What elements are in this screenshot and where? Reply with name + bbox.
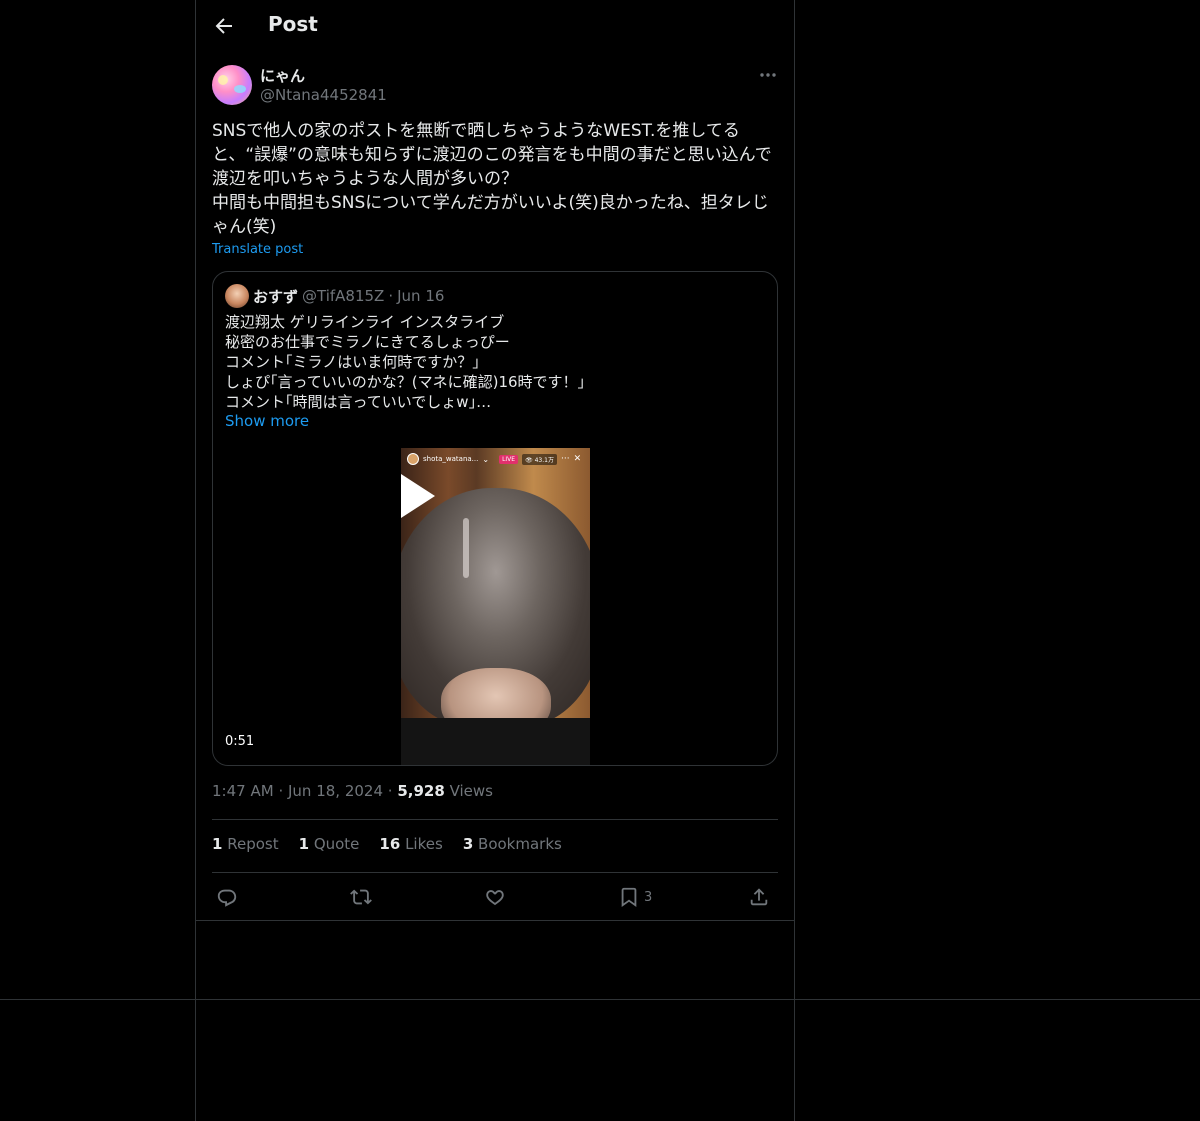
bookmarks-count: 3 <box>462 835 474 853</box>
live-badge: LIVE <box>499 454 519 464</box>
quoted-post-text: 渡辺翔太 ゲリラインライ インスタライブ 秘密のお仕事でミラノにきてるしょっぴー… <box>225 313 586 411</box>
divider <box>212 819 778 820</box>
reply-icon <box>217 889 237 907</box>
bookmark-count: 3 <box>644 889 653 905</box>
reposts-label: Repost <box>227 835 279 853</box>
quoted-post[interactable]: おすず @TifA815Z · Jun 16 渡辺翔太 ゲリラインライ インスタ… <box>212 271 778 766</box>
show-more-link[interactable]: Show more <box>225 412 309 430</box>
quoted-author-handle[interactable]: @TifA815Z <box>302 287 384 305</box>
page-header: Post <box>196 0 794 53</box>
reply-button[interactable] <box>216 883 238 911</box>
like-icon <box>486 890 504 906</box>
views-count: 5,928 <box>397 782 445 800</box>
chevron-down-icon: ⌄ <box>482 454 490 464</box>
bookmarks-stat[interactable]: 3 Bookmarks <box>463 835 562 853</box>
post-time[interactable]: 1:47 AM <box>212 782 274 800</box>
like-button[interactable] <box>484 883 506 911</box>
translate-post-link[interactable]: Translate post <box>212 242 303 257</box>
quoted-post-header: おすず @TifA815Z · Jun 16 <box>225 284 448 308</box>
video-frame-shirt <box>401 718 590 765</box>
video-duration: 0:51 <box>225 734 255 749</box>
repost-icon <box>350 889 372 905</box>
ig-close-icon: ✕ <box>573 454 582 464</box>
divider <box>196 920 794 921</box>
primary-column: Post にゃん @Ntana4452841 SNSで他人の家のポストを無断で晒… <box>195 0 795 1121</box>
separator-dot: · <box>387 782 398 800</box>
quotes-count: 1 <box>298 835 310 853</box>
author-name[interactable]: にゃん <box>260 65 305 86</box>
post-date[interactable]: Jun 18, 2024 <box>288 782 383 800</box>
likes-stat[interactable]: 16 Likes <box>379 835 442 853</box>
views-label: Views <box>449 782 493 800</box>
avatar[interactable] <box>212 65 252 105</box>
action-bar: 3 <box>212 883 778 911</box>
instagram-live-bar: shota_watana... ⌄ LIVE 👁 43.1万 ··· ✕ <box>401 448 590 470</box>
separator-dot: · <box>388 287 394 305</box>
reposts-stat[interactable]: 1 Repost <box>212 835 279 853</box>
video-player[interactable]: shota_watana... ⌄ LIVE 👁 43.1万 ··· ✕ <box>401 448 590 765</box>
page-title: Post <box>268 12 318 36</box>
share-icon <box>750 888 768 906</box>
repost-button[interactable] <box>350 883 372 911</box>
bookmark-button[interactable]: 3 <box>618 883 652 911</box>
post-author: にゃん @Ntana4452841 <box>212 65 778 107</box>
bookmark-icon <box>621 887 637 907</box>
back-arrow-icon[interactable] <box>212 14 236 38</box>
quotes-stat[interactable]: 1 Quote <box>299 835 360 853</box>
separator-dot: · <box>278 782 288 800</box>
post-metadata: 1:47 AM · Jun 18, 2024 · 5,928 Views <box>212 782 493 800</box>
play-icon[interactable] <box>401 474 435 518</box>
more-options-icon[interactable] <box>758 65 778 85</box>
viewer-count: 👁 43.1万 <box>522 453 557 465</box>
quoted-avatar[interactable] <box>225 284 249 308</box>
quoted-post-date[interactable]: Jun 16 <box>397 287 444 305</box>
likes-count: 16 <box>379 835 401 853</box>
ig-avatar <box>407 453 419 465</box>
quotes-label: Quote <box>313 835 360 853</box>
bookmarks-label: Bookmarks <box>478 835 562 853</box>
post-text: SNSで他人の家のポストを無断で晒しちゃうようなWEST.を推してる と、“誤爆… <box>212 121 772 237</box>
author-handle[interactable]: @Ntana4452841 <box>260 86 387 104</box>
share-button[interactable] <box>748 883 770 911</box>
ig-username: shota_watana... <box>423 455 479 463</box>
video-frame-detail <box>463 518 469 578</box>
engagement-stats: 1 Repost 1 Quote 16 Likes 3 Bookmarks <box>212 835 562 853</box>
ig-more-icon: ··· <box>560 454 570 464</box>
reposts-count: 1 <box>212 835 223 853</box>
likes-label: Likes <box>405 835 443 853</box>
quoted-author-name[interactable]: おすず <box>253 286 298 307</box>
divider <box>212 872 778 873</box>
